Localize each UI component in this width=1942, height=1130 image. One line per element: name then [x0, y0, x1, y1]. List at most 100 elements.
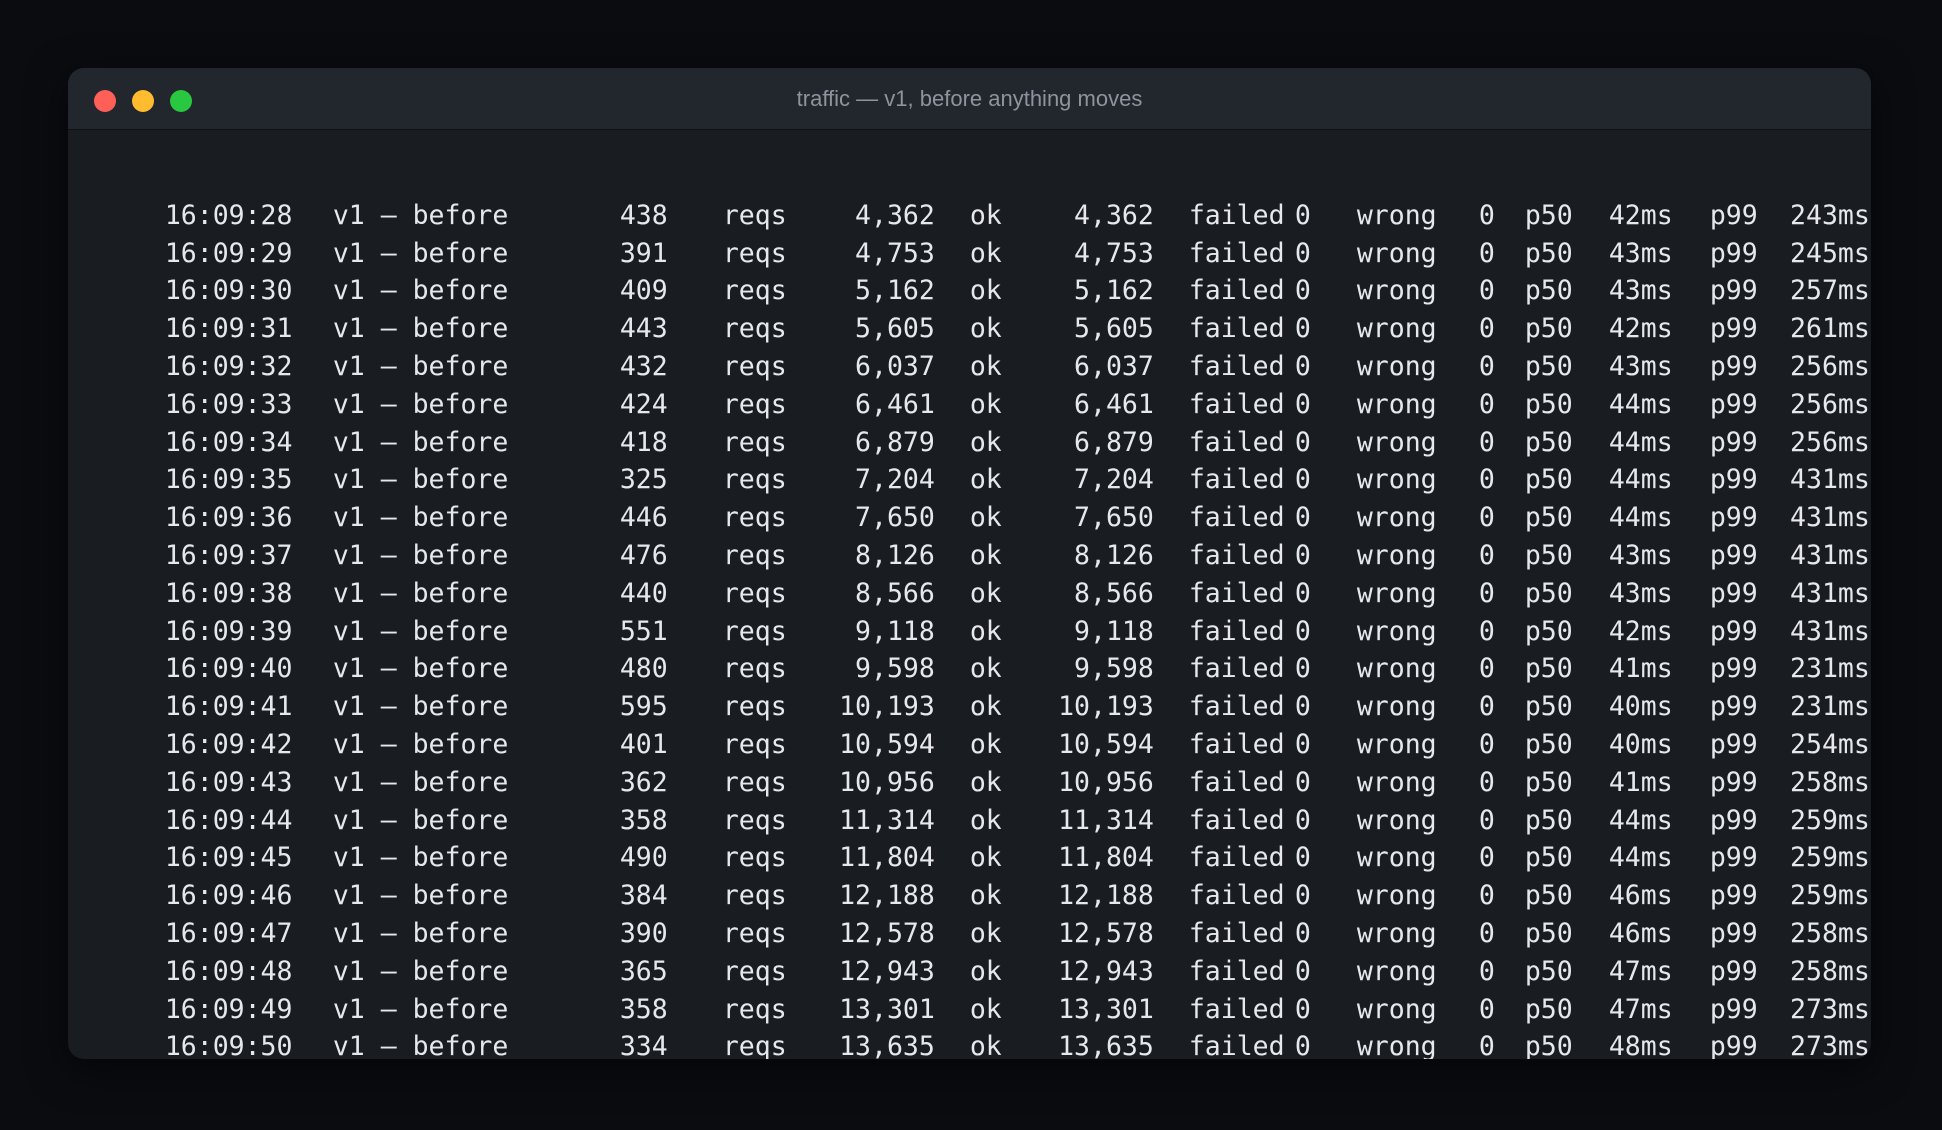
timestamp: 16:09:37 [164, 539, 293, 571]
p50-value: 44ms [1608, 464, 1673, 496]
reqs-label: reqs [722, 691, 787, 723]
p50-label: p50 [1524, 388, 1573, 420]
reqs-label: reqs [722, 1031, 787, 1059]
p50-label: p50 [1524, 955, 1573, 987]
rps-value: 551 [619, 615, 668, 647]
p99-label: p99 [1709, 615, 1758, 647]
wrong-value: 0 [1478, 313, 1495, 345]
timestamp: 16:09:35 [164, 464, 293, 496]
failed-value: 0 [1294, 653, 1311, 685]
timestamp: 16:09:38 [164, 577, 293, 609]
stage-label: v1 — before [332, 577, 509, 609]
p99-label: p99 [1709, 350, 1758, 382]
p50-value: 43ms [1608, 237, 1673, 269]
stage-label: v1 — before [332, 615, 509, 647]
p99-label: p99 [1709, 539, 1758, 571]
p50-value: 40ms [1608, 728, 1673, 760]
p50-label: p50 [1524, 917, 1573, 949]
failed-value: 0 [1294, 539, 1311, 571]
reqs-value: 10,193 [839, 691, 935, 723]
wrong-value: 0 [1478, 880, 1495, 912]
ok-label: ok [969, 691, 1002, 723]
p99-label: p99 [1709, 804, 1758, 836]
reqs-value: 5,162 [855, 275, 935, 307]
wrong-label: wrong [1356, 237, 1437, 269]
wrong-value: 0 [1478, 539, 1495, 571]
timestamp: 16:09:43 [164, 766, 293, 798]
failed-value: 0 [1294, 577, 1311, 609]
rps-value: 595 [619, 691, 668, 723]
ok-value: 4,753 [1074, 237, 1154, 269]
reqs-label: reqs [722, 917, 787, 949]
ok-label: ok [969, 577, 1002, 609]
failed-label: failed [1188, 539, 1285, 571]
failed-label: failed [1188, 237, 1285, 269]
p99-value: 231ms [1790, 691, 1870, 723]
failed-value: 0 [1294, 275, 1311, 307]
p99-label: p99 [1709, 313, 1758, 345]
ok-label: ok [969, 199, 1002, 231]
reqs-value: 7,204 [855, 464, 935, 496]
timestamp: 16:09:50 [164, 1031, 293, 1059]
p50-label: p50 [1524, 502, 1573, 534]
p50-label: p50 [1524, 993, 1573, 1025]
reqs-value: 5,605 [855, 313, 935, 345]
p99-label: p99 [1709, 426, 1758, 458]
p99-label: p99 [1709, 502, 1758, 534]
timestamp: 16:09:30 [164, 275, 293, 307]
rps-value: 446 [619, 502, 668, 534]
failed-value: 0 [1294, 426, 1311, 458]
ok-label: ok [969, 502, 1002, 534]
failed-label: failed [1188, 426, 1285, 458]
reqs-label: reqs [722, 275, 787, 307]
reqs-label: reqs [722, 539, 787, 571]
rps-value: 391 [619, 237, 668, 269]
failed-label: failed [1188, 464, 1285, 496]
reqs-label: reqs [722, 388, 787, 420]
stage-label: v1 — before [332, 539, 509, 571]
timestamp: 16:09:45 [164, 842, 293, 874]
timestamp: 16:09:42 [164, 728, 293, 760]
wrong-label: wrong [1356, 1031, 1437, 1059]
stage-label: v1 — before [332, 1031, 509, 1059]
rps-value: 476 [619, 539, 668, 571]
p50-value: 43ms [1608, 577, 1673, 609]
failed-value: 0 [1294, 615, 1311, 647]
p99-value: 256ms [1790, 388, 1870, 420]
p99-value: 273ms [1790, 993, 1870, 1025]
failed-value: 0 [1294, 237, 1311, 269]
p99-value: 231ms [1790, 653, 1870, 685]
stage-label: v1 — before [332, 880, 509, 912]
p99-value: 431ms [1790, 615, 1870, 647]
ok-value: 12,578 [1058, 917, 1154, 949]
reqs-label: reqs [722, 237, 787, 269]
p50-value: 42ms [1608, 615, 1673, 647]
rps-value: 362 [619, 766, 668, 798]
p99-value: 243ms [1790, 199, 1870, 231]
wrong-label: wrong [1356, 880, 1437, 912]
reqs-value: 9,598 [855, 653, 935, 685]
ok-label: ok [969, 388, 1002, 420]
reqs-label: reqs [722, 955, 787, 987]
failed-label: failed [1188, 388, 1285, 420]
wrong-value: 0 [1478, 955, 1495, 987]
timestamp: 16:09:41 [164, 691, 293, 723]
stage-label: v1 — before [332, 993, 509, 1025]
timestamp: 16:09:46 [164, 880, 293, 912]
rps-value: 365 [619, 955, 668, 987]
ok-value: 6,037 [1074, 350, 1154, 382]
ok-label: ok [969, 993, 1002, 1025]
rps-value: 390 [619, 917, 668, 949]
ok-value: 11,804 [1058, 842, 1154, 874]
reqs-value: 10,594 [839, 728, 935, 760]
p50-value: 44ms [1608, 842, 1673, 874]
reqs-label: reqs [722, 426, 787, 458]
failed-label: failed [1188, 1031, 1285, 1059]
wrong-label: wrong [1356, 955, 1437, 987]
rps-value: 325 [619, 464, 668, 496]
ok-label: ok [969, 275, 1002, 307]
terminal-output[interactable]: 16:09:28 v1 — before 438 reqs 4,362 ok 4,362 fa… [68, 130, 1871, 1059]
ok-value: 4,362 [1074, 199, 1154, 231]
p50-label: p50 [1524, 199, 1573, 231]
timestamp: 16:09:49 [164, 993, 293, 1025]
